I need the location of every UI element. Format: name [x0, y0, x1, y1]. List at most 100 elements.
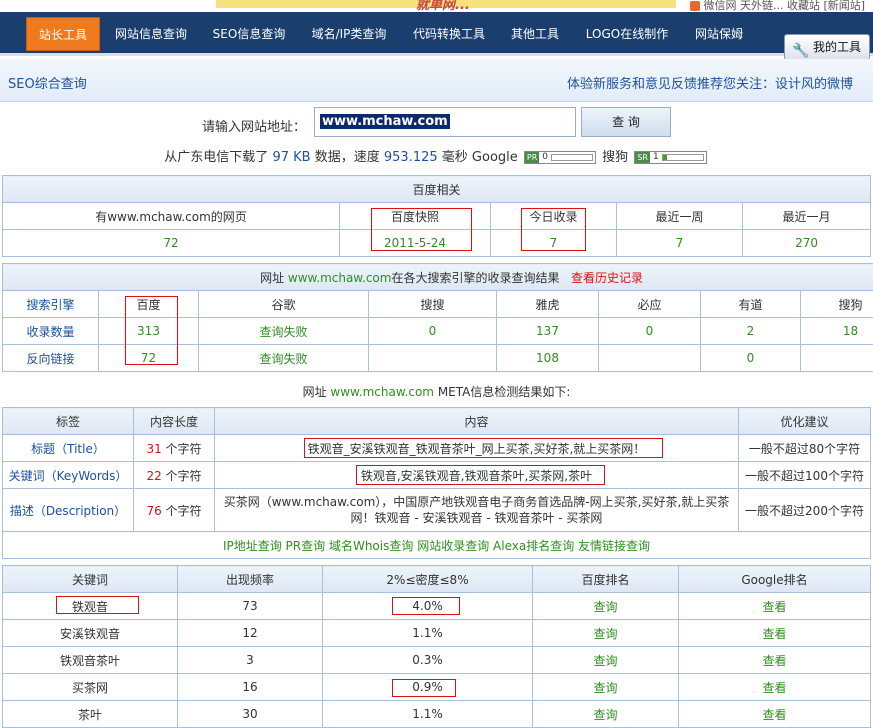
url-input[interactable]: www.mchaw.com	[314, 107, 576, 137]
engine-row-backlinks-label[interactable]: 反向链接	[2, 344, 99, 372]
link-whois[interactable]: 域名Whois查询	[329, 539, 413, 553]
engines-title-site[interactable]: www.mchaw.com	[288, 271, 392, 285]
kw-baidu-query-link[interactable]: 查询	[532, 673, 679, 701]
sub-bar: SEO综合查询 体验新服务和意见反馈推荐您关注：设计风的微博	[0, 59, 873, 102]
engine-backlinks-soso[interactable]	[368, 344, 497, 372]
kw-density: 4.0%	[322, 592, 533, 620]
meta-title-prefix: 网址	[302, 385, 327, 399]
kw-google-view-link[interactable]: 查看	[678, 673, 871, 701]
engine-backlinks-yahoo[interactable]: 108	[496, 344, 599, 372]
table-row: 铁观音 73 4.0% 查询 查看	[2, 592, 871, 620]
baidu-value-snapshot[interactable]: 2011-5-24	[339, 229, 491, 257]
google-pr-badge[interactable]: PR 0	[523, 151, 597, 164]
kw-keyword: 茶叶	[2, 700, 178, 728]
meta-keywords-len-value: 22	[146, 468, 162, 483]
google-pr-tag: PR	[524, 152, 540, 163]
nav-item-site-nanny[interactable]: 网站保姆	[688, 17, 750, 51]
kw-frequency: 12	[177, 619, 323, 647]
nav-item-other-tools[interactable]: 其他工具	[504, 17, 566, 51]
nav-item-domain-ip[interactable]: 域名/IP类查询	[304, 17, 394, 51]
nav-item-site-info[interactable]: 网站信息查询	[108, 17, 194, 51]
table-row: 铁观音茶叶 3 0.3% 查询 查看	[2, 646, 871, 674]
meta-keywords-tag[interactable]: 关键词（KeyWords）	[2, 461, 134, 489]
nav-item-logo-maker[interactable]: LOGO在线制作	[578, 17, 676, 51]
my-tools-label: 我的工具	[813, 40, 862, 54]
feedback-link[interactable]: 体验新服务和意见反馈推荐您关注：设计风的微博	[567, 73, 853, 92]
meta-header-content: 内容	[214, 407, 739, 435]
kw-baidu-query-link[interactable]: 查询	[532, 619, 679, 647]
kw-header-keyword: 关键词	[2, 565, 178, 593]
nav-item-code-convert[interactable]: 代码转换工具	[406, 17, 492, 51]
baidu-value-today[interactable]: 7	[490, 229, 617, 257]
engine-indexed-baidu[interactable]: 313	[98, 317, 199, 345]
link-ip-lookup[interactable]: IP地址查询	[223, 539, 282, 553]
sogou-pr-badge[interactable]: SR 1	[634, 151, 707, 164]
engine-backlinks-bing[interactable]	[598, 344, 701, 372]
history-link[interactable]: 查看历史记录	[571, 271, 643, 285]
kw-google-view-link[interactable]: 查看	[678, 592, 871, 620]
engine-backlinks-youdao[interactable]: 0	[700, 344, 801, 372]
kw-header-google-rank: Google排名	[678, 565, 871, 593]
engine-header-label[interactable]: 搜索引擎	[2, 290, 99, 318]
engines-title: 网址 www.mchaw.com在各大搜索引擎的收录查询结果 查看历史记录	[1, 263, 873, 291]
meta-desc-length: 76 个字符	[133, 488, 215, 532]
kw-baidu-query-link[interactable]: 查询	[532, 646, 679, 674]
meta-keywords-length: 22 个字符	[133, 461, 215, 489]
engines-title-prefix: 网址	[260, 270, 285, 285]
meta-title-len-value: 31	[146, 441, 162, 456]
engine-row-indexed-label[interactable]: 收录数量	[2, 317, 99, 345]
engine-header-google: 谷歌	[198, 290, 369, 318]
my-tools-button[interactable]: 🔧 我的工具	[784, 34, 870, 60]
kw-frequency: 16	[177, 673, 323, 701]
nav-item-webmaster-tools[interactable]: 站长工具	[26, 17, 100, 51]
kw-google-view-link[interactable]: 查看	[678, 619, 871, 647]
top-strip: 就单网... 微信网 天外链... 收藏站 [新闻站]	[0, 0, 873, 13]
engine-indexed-soso[interactable]: 0	[368, 317, 497, 345]
url-label: 请输入网站地址：	[202, 120, 307, 135]
link-pr-lookup[interactable]: PR查询	[286, 539, 326, 553]
link-friend-links[interactable]: 友情链接查询	[578, 539, 650, 553]
engine-header-yahoo: 雅虎	[496, 290, 599, 318]
kw-google-view-link[interactable]: 查看	[678, 700, 871, 728]
table-row: 安溪铁观音 12 1.1% 查询 查看	[2, 619, 871, 647]
engine-header-youdao: 有道	[700, 290, 801, 318]
top-banner[interactable]: 就单网...	[216, 0, 676, 13]
engine-indexed-sogou[interactable]: 18	[799, 317, 873, 345]
kw-baidu-query-link[interactable]: 查询	[532, 700, 679, 728]
baidu-header-today: 今日收录	[490, 202, 617, 230]
engine-indexed-yahoo[interactable]: 137	[496, 317, 599, 345]
baidu-header-week: 最近一周	[616, 202, 743, 230]
url-input-value: www.mchaw.com	[320, 114, 450, 129]
kw-google-view-link[interactable]: 查看	[678, 646, 871, 674]
kw-keyword: 安溪铁观音	[2, 619, 178, 647]
engine-indexed-youdao[interactable]: 2	[700, 317, 801, 345]
kw-density: 1.1%	[322, 700, 533, 728]
engine-backlinks-baidu[interactable]: 72	[98, 344, 199, 372]
download-suffix: 毫秒 Google	[441, 150, 518, 165]
meta-title-tag[interactable]: 标题（Title）	[2, 434, 134, 462]
favorite-icon	[690, 1, 700, 11]
meta-title-content: 铁观音_安溪铁观音_铁观音茶叶_网上买茶,买好茶,就上买茶网！	[214, 434, 739, 462]
download-size: 97 KB	[272, 150, 311, 165]
baidu-value-week[interactable]: 7	[616, 229, 743, 257]
link-alexa[interactable]: Alexa排名查询	[493, 539, 574, 553]
engine-indexed-google[interactable]: 查询失败	[198, 317, 369, 345]
query-button[interactable]: 查 询	[581, 107, 671, 137]
kw-keyword: 买茶网	[2, 673, 178, 701]
baidu-value-month[interactable]: 270	[741, 229, 872, 257]
main-nav: 站长工具 网站信息查询 SEO信息查询 域名/IP类查询 代码转换工具 其他工具…	[0, 12, 873, 60]
meta-keywords-content: 铁观音,安溪铁观音,铁观音茶叶,买茶网,茶叶	[214, 461, 739, 489]
baidu-value-pages[interactable]: 72	[2, 229, 340, 257]
kw-keyword: 铁观音茶叶	[2, 646, 178, 674]
engine-backlinks-google[interactable]: 查询失败	[198, 344, 369, 372]
link-index-lookup[interactable]: 网站收录查询	[417, 539, 489, 553]
meta-desc-tag[interactable]: 描述（Description）	[2, 488, 134, 532]
related-links: IP地址查询 PR查询 域名Whois查询 网站收录查询 Alexa排名查询 友…	[2, 531, 871, 559]
kw-baidu-query-link[interactable]: 查询	[532, 592, 679, 620]
table-row: 茶叶 30 1.1% 查询 查看	[2, 700, 871, 728]
engine-backlinks-sogou[interactable]	[799, 344, 873, 372]
nav-item-seo-info[interactable]: SEO信息查询	[206, 17, 292, 51]
engine-indexed-bing[interactable]: 0	[598, 317, 701, 345]
meta-title-site[interactable]: www.mchaw.com	[330, 385, 434, 399]
download-speed: 953.125	[383, 150, 438, 165]
